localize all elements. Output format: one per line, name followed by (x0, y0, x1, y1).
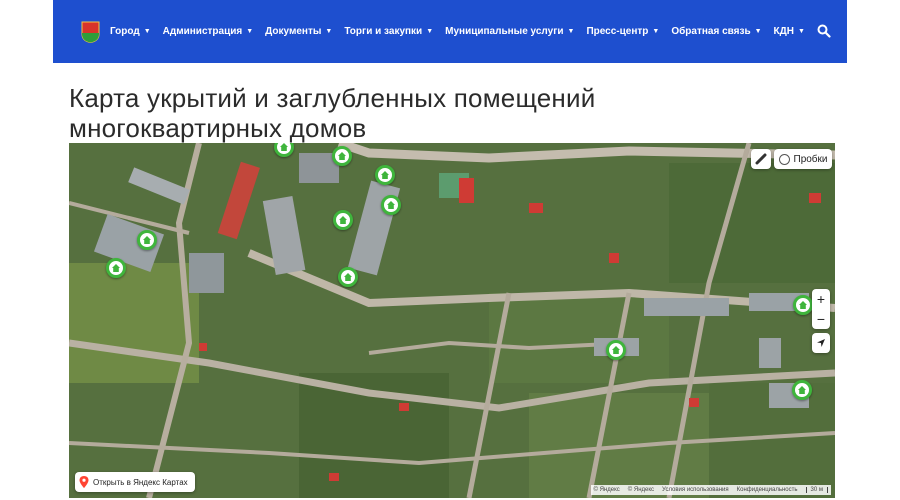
nav-label: Муниципальные услуги (445, 26, 564, 37)
copyright-yandex[interactable]: © Яндекс (594, 487, 620, 493)
home-icon (344, 273, 352, 281)
home-icon (387, 201, 395, 209)
caret-down-icon: ▼ (246, 28, 254, 35)
location-arrow-icon (817, 339, 825, 347)
map-pin-icon (79, 476, 89, 488)
nav-item-city[interactable]: Город ▼ (110, 26, 151, 37)
nav-label: Пресс-центр (586, 26, 649, 37)
home-icon (799, 301, 807, 309)
shelter-marker[interactable] (332, 146, 352, 166)
map-widget[interactable]: Пробки + − Открыть в Яндекс Картах © Янд… (69, 143, 835, 498)
zoom-in-button[interactable]: + (812, 289, 830, 309)
caret-down-icon: ▼ (798, 28, 805, 35)
nav-item-tenders[interactable]: Торги и закупки ▼ (344, 26, 433, 37)
shelter-marker[interactable] (793, 295, 813, 315)
home-icon (612, 346, 620, 354)
copyright-yandex-data[interactable]: © Яндекс (628, 487, 654, 493)
zoom-out-button[interactable]: − (812, 309, 830, 329)
shelter-marker[interactable] (792, 380, 812, 400)
shelter-marker[interactable] (137, 230, 157, 250)
nav-label: Документы (265, 26, 322, 37)
open-in-yandex-maps-link[interactable]: Открыть в Яндекс Картах (75, 472, 195, 492)
ruler-icon (755, 153, 767, 165)
open-link-label: Открыть в Яндекс Картах (93, 477, 188, 487)
caret-down-icon: ▼ (325, 28, 333, 35)
home-icon (339, 216, 347, 224)
home-icon (112, 264, 120, 272)
zoom-control: + − (812, 289, 830, 329)
traffic-button[interactable]: Пробки (774, 149, 832, 169)
caret-down-icon: ▼ (652, 28, 660, 35)
nav-label: Администрация (162, 26, 243, 37)
terms-link[interactable]: Условия использования (662, 487, 729, 493)
nav-item-press[interactable]: Пресс-центр ▼ (586, 26, 659, 37)
home-icon (338, 152, 346, 160)
top-navbar: Город ▼ Администрация ▼ Документы ▼ Торги и… (53, 0, 847, 63)
caret-down-icon: ▼ (143, 28, 151, 35)
nav-item-feedback[interactable]: Обратная связь ▼ (671, 26, 761, 37)
search-icon[interactable] (817, 24, 831, 38)
nav-item-services[interactable]: Муниципальные услуги ▼ (445, 26, 574, 37)
home-icon (143, 236, 151, 244)
nav-label: Обратная связь (671, 26, 751, 37)
shelter-marker[interactable] (375, 165, 395, 185)
nav-item-documents[interactable]: Документы ▼ (265, 26, 332, 37)
privacy-link[interactable]: Конфиденциальность (737, 487, 798, 493)
shelter-marker[interactable] (338, 267, 358, 287)
main-menu: Город ▼ Администрация ▼ Документы ▼ Торги и… (110, 0, 817, 63)
page-title: Карта укрытий и заглубленных помещений м… (69, 83, 596, 143)
map-copyright: © Яндекс © Яндекс Условия использования … (590, 485, 831, 495)
nav-item-kdn[interactable]: КДН ▼ (774, 26, 805, 37)
caret-down-icon: ▼ (754, 28, 762, 35)
home-icon (280, 143, 288, 151)
shelter-marker[interactable] (381, 195, 401, 215)
home-icon (798, 386, 806, 394)
coat-of-arms-icon[interactable] (81, 21, 100, 43)
nav-label: Город (110, 26, 140, 37)
nav-label: КДН (773, 26, 794, 37)
nav-item-administration[interactable]: Администрация ▼ (163, 26, 254, 37)
caret-down-icon: ▼ (426, 28, 434, 35)
nav-label: Торги и закупки (344, 26, 423, 37)
shelter-marker[interactable] (333, 210, 353, 230)
ruler-button[interactable] (751, 149, 771, 169)
traffic-icon (778, 153, 790, 165)
shelter-marker[interactable] (106, 258, 126, 278)
traffic-label: Пробки (793, 153, 828, 165)
geolocation-button[interactable] (812, 333, 830, 353)
caret-down-icon: ▼ (567, 28, 575, 35)
scale-bar: 30 м (805, 487, 828, 493)
shelter-marker[interactable] (606, 340, 626, 360)
home-icon (381, 171, 389, 179)
satellite-map-image[interactable] (69, 143, 835, 498)
